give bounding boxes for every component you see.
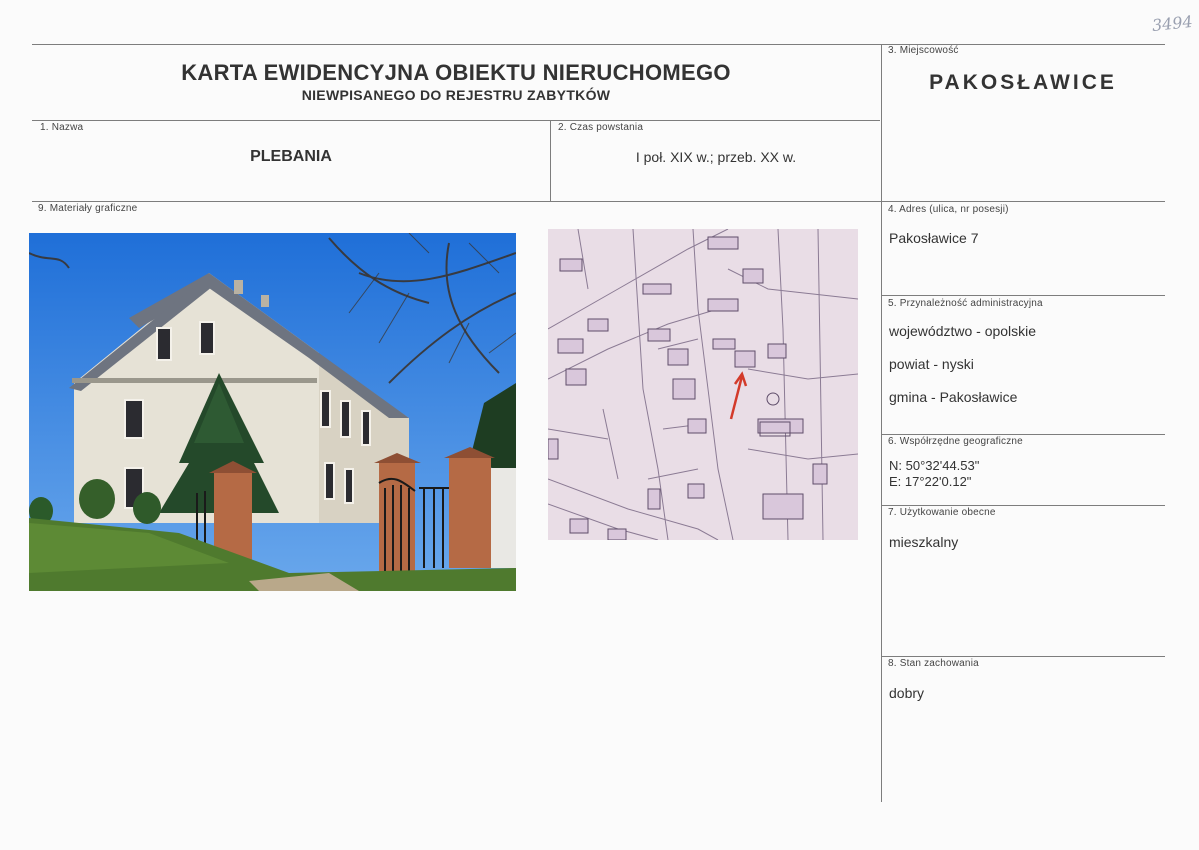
admin-label: 5. Przynależność administracyjna (888, 298, 1043, 309)
main-right-divider (881, 44, 882, 802)
handwritten-number: 3494 (1151, 11, 1194, 36)
admin-commune: gmina - Pakosławice (889, 389, 1018, 405)
condition-label: 8. Stan zachowania (888, 658, 979, 669)
locality-value: PAKOSŁAWICE (929, 71, 1117, 94)
card-subtitle: NIEWPISANEGO DO REJESTRU ZABYTKÓW (301, 87, 611, 103)
period-value: I poł. XIX w.; przeb. XX w. (635, 149, 797, 165)
admin-voivodeship: województwo - opolskie (889, 323, 1037, 339)
usage-rule (882, 505, 1165, 506)
graphics-label: 9. Materiały graficzne (38, 203, 138, 214)
name-label: 1. Nazwa (40, 122, 84, 133)
admin-county: powiat - nyski (889, 356, 974, 372)
name-row-bottom-rule (32, 201, 1165, 202)
presbytery-photo (29, 233, 516, 591)
usage-label: 7. Użytkowanie obecne (888, 507, 996, 518)
admin-rule (882, 295, 1165, 296)
cadastral-map (548, 229, 858, 540)
period-label: 2. Czas powstania (558, 122, 644, 133)
usage-value: mieszkalny (889, 534, 959, 550)
coords-east: E: 17°22'0.12" (889, 474, 972, 489)
locality-label: 3. Miejscowość (888, 45, 959, 56)
card-title: KARTA EWIDENCYJNA OBIEKTU NIERUCHOMEGO (181, 60, 731, 85)
address-value: Pakosławice 7 (889, 230, 979, 246)
top-rule (32, 44, 1165, 45)
header-bottom-rule (32, 120, 880, 121)
coords-north: N: 50°32'44.53" (889, 458, 980, 473)
condition-rule (882, 656, 1165, 657)
coords-rule (882, 434, 1165, 435)
name-value: PLEBANIA (250, 148, 332, 165)
condition-value: dobry (889, 685, 925, 701)
coords-label: 6. Współrzędne geograficzne (888, 436, 1023, 447)
address-label: 4. Adres (ulica, nr posesji) (888, 204, 1009, 215)
